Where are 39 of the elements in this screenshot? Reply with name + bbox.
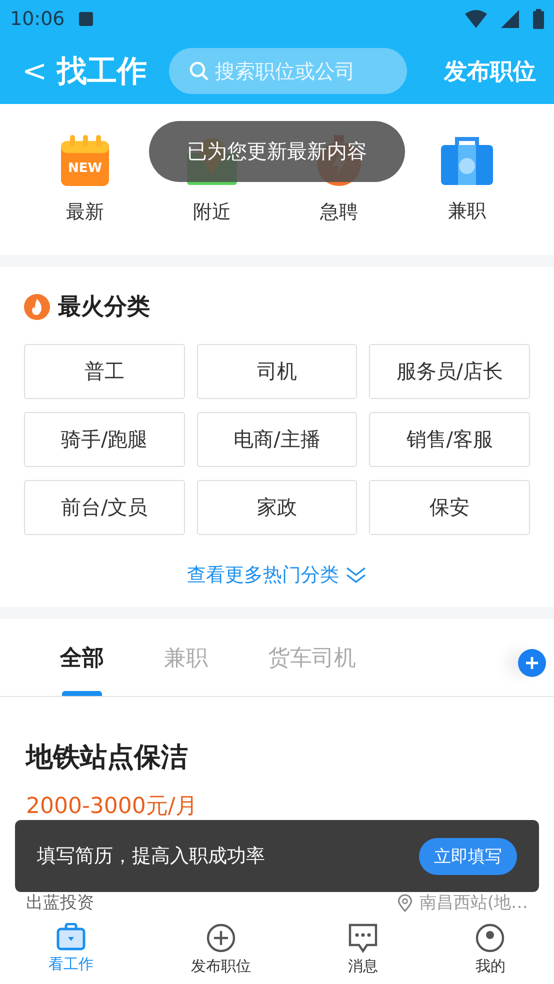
nav-item[interactable]: 发布职位 [190,918,251,984]
search-icon [189,61,210,81]
category-chip[interactable]: 销售/客服 [369,412,530,467]
category-chip[interactable]: 司机 [196,344,358,399]
company-name: 出蓝投资 [26,893,94,913]
job-tab[interactable]: 全部 [38,619,126,696]
job-location: 南昌西站(地… [419,893,528,913]
category-chip[interactable]: 电商/主播 [196,412,358,467]
category-chip[interactable]: 家政 [196,480,358,535]
category-chip[interactable]: 普工 [24,344,185,399]
nav-item[interactable]: 我的 [475,918,506,984]
flame-icon [24,294,50,320]
briefcase-icon [56,923,86,951]
job-title: 地铁站点保洁 [26,741,189,775]
signal-icon [501,10,519,28]
page-title: 找工作 [57,52,148,90]
nav-item[interactable]: 消息 [348,918,378,984]
plus-icon [525,656,539,670]
status-time: 10:06 [10,8,65,30]
category-chip[interactable]: 前台/文员 [24,480,185,535]
chevron-down-icon [345,566,367,584]
quick-entry[interactable]: NEW 最新 [60,134,110,224]
add-tab-button[interactable] [518,649,546,677]
section-title: 最火分类 [58,293,150,322]
chat-icon [348,923,378,953]
person-icon [475,923,506,953]
search-field[interactable]: 搜索职位或公司 [169,48,408,94]
briefcase-icon [440,136,494,186]
location-pin-icon [397,894,414,912]
add-icon [206,923,236,953]
quick-entry[interactable]: 兼职 [440,136,494,224]
category-chip[interactable]: 服务员/店长 [369,344,530,399]
category-chip[interactable]: 保安 [369,480,530,535]
banner-text: 填写简历，提高入职成功率 [37,844,265,869]
battery-icon [533,9,544,29]
category-chip[interactable]: 骑手/跑腿 [24,412,185,467]
update-toast: 已为您更新最新内容 [149,121,405,182]
job-salary: 2000-3000元/月 [26,793,198,821]
wifi-icon [465,10,487,28]
